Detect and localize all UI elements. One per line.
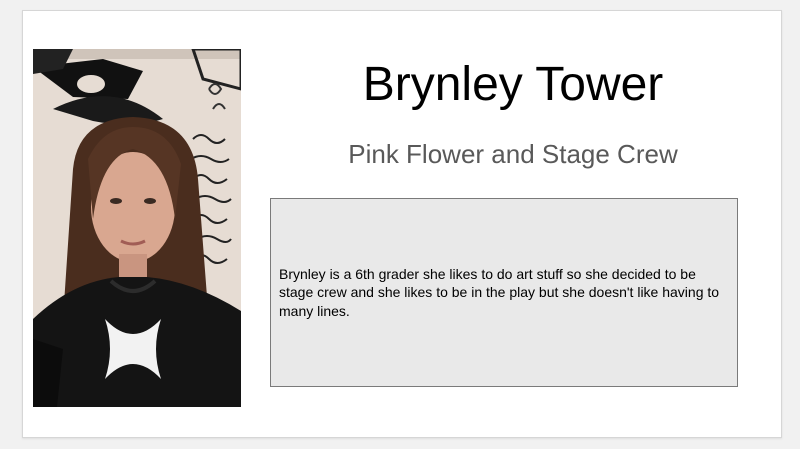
bio-text-box: Brynley is a 6th grader she likes to do … <box>270 198 738 387</box>
slide-subtitle: Pink Flower and Stage Crew <box>348 139 678 169</box>
portrait-image <box>33 49 241 407</box>
portrait-photo <box>33 49 241 407</box>
bio-text: Brynley is a 6th grader she likes to do … <box>279 266 720 319</box>
slide-title: Brynley Tower <box>362 58 664 111</box>
slide: Brynley Tower Pink Flower and Stage Crew… <box>22 10 782 438</box>
